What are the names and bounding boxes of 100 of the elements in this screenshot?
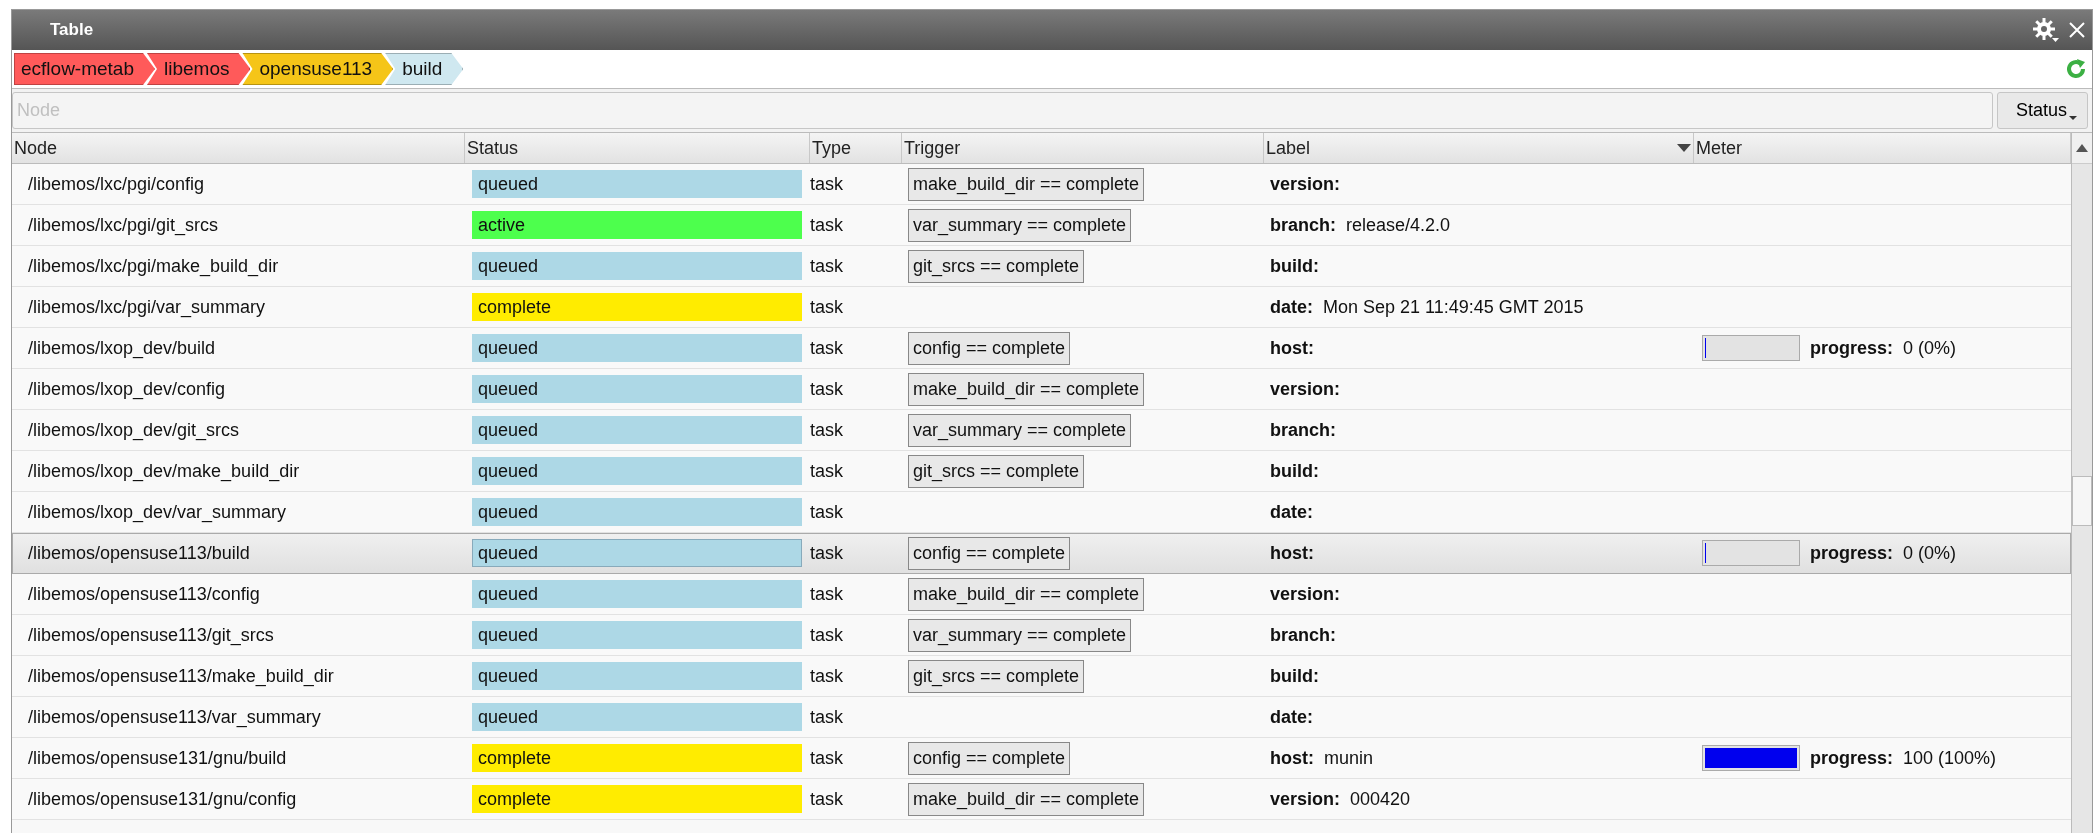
label-name: host: [1270,747,1314,769]
scroll-up-icon[interactable] [2076,144,2088,152]
status-cell: queued [472,621,802,649]
trigger-expression: git_srcs == complete [908,454,1085,488]
window-title: Table [50,20,94,40]
node-cell-text: /libemos/opensuse113/git_srcs [27,624,275,646]
sort-caret-icon [1677,144,1691,152]
label-name: branch: [1270,419,1336,441]
type-cell-text: task [810,665,844,687]
node-cell-text: /libemos/lxop_dev/build [27,337,217,359]
type-cell-text: task [810,624,844,646]
label-name: host: [1270,337,1314,359]
trigger-expression: git_srcs == complete [908,659,1085,693]
status-cell: queued [472,416,802,444]
node-cell-text: /libemos/lxc/pgi/make_build_dir [27,255,280,277]
trigger-expression: make_build_dir == complete [908,782,1145,816]
table-row[interactable]: /libemos/opensuse113/build queued task config == complete host: progress: 0 (0%) [12,533,2071,574]
breadcrumb-item[interactable]: opensuse113 [242,53,394,85]
type-cell-text: task [810,788,844,810]
node-cell-text: /libemos/lxop_dev/var_summary [27,501,288,523]
label-name: branch: [1270,624,1336,646]
label-name: version: [1270,378,1341,400]
type-cell-text: task [810,747,844,769]
meter-value: 0 (0%) [1903,542,1957,564]
scroll-thumb[interactable] [2072,476,2092,526]
column-header[interactable]: Trigger [902,133,1264,163]
type-cell-text: task [810,706,844,728]
status-cell: complete [472,293,802,321]
meter-name: progress: [1810,747,1894,769]
node-cell-text: /libemos/lxc/pgi/var_summary [27,296,267,318]
breadcrumb-item[interactable]: build [385,53,464,85]
type-cell-text: task [810,419,844,441]
status-filter-button[interactable]: Status [1996,92,2088,129]
status-cell: complete [472,785,802,813]
column-header[interactable]: Type [810,133,902,163]
refresh-icon[interactable] [2064,57,2088,81]
trigger-expression: make_build_dir == complete [908,372,1145,406]
trigger-expression: config == complete [908,536,1071,570]
close-icon[interactable] [2068,21,2086,39]
node-cell-text: /libemos/lxc/pgi/config [27,173,206,195]
label-value: Mon Sep 21 11:49:45 GMT 2015 [1323,296,1584,318]
status-cell: queued [472,252,802,280]
status-cell: queued [472,457,802,485]
meter-name: progress: [1810,542,1894,564]
trigger-expression: config == complete [908,331,1071,365]
trigger-expression: git_srcs == complete [908,249,1085,283]
label-value: 000420 [1350,788,1411,810]
caret-icon [2069,116,2077,120]
status-cell: queued [472,703,802,731]
type-cell-text: task [810,296,844,318]
label-name: build: [1270,460,1319,482]
node-cell-text: /libemos/lxop_dev/make_build_dir [27,460,301,482]
trigger-expression: var_summary == complete [908,618,1132,652]
label-name: version: [1270,583,1341,605]
status-cell: queued [472,662,802,690]
label-name: host: [1270,542,1314,564]
status-cell: queued [472,539,802,567]
type-cell-text: task [810,214,844,236]
trigger-expression: var_summary == complete [908,208,1132,242]
node-cell-text: /libemos/lxop_dev/git_srcs [27,419,241,441]
type-cell-text: task [810,378,844,400]
type-cell-text: task [810,337,844,359]
meter-name: progress: [1810,337,1894,359]
trigger-expression: var_summary == complete [908,413,1132,447]
label-name: branch: [1270,214,1336,236]
label-value: release/4.2.0 [1346,214,1451,236]
node-cell-text: /libemos/opensuse131/gnu/config [27,788,298,810]
label-name: date: [1270,501,1313,523]
status-cell: queued [472,375,802,403]
meter-value: 100 (100%) [1903,747,1997,769]
type-cell-text: task [810,501,844,523]
label-value: munin [1324,747,1374,769]
label-name: version: [1270,788,1341,810]
column-header[interactable]: Node [12,133,465,163]
node-cell-text: /libemos/opensuse113/build [27,542,251,564]
trigger-expression: make_build_dir == complete [908,577,1145,611]
settings-icon[interactable] [2032,17,2060,43]
status-cell: complete [472,744,802,772]
column-header[interactable]: Status [465,133,810,163]
type-cell-text: task [810,173,844,195]
column-header[interactable]: Label [1264,133,1694,163]
node-cell-text: /libemos/lxop_dev/config [27,378,227,400]
node-cell-text: /libemos/opensuse131/gnu/build [27,747,288,769]
status-cell: queued [472,170,802,198]
type-cell-text: task [810,542,844,564]
label-name: version: [1270,173,1341,195]
trigger-expression: config == complete [908,741,1071,775]
scrollbar[interactable] [2071,133,2092,833]
node-cell-text: /libemos/lxc/pgi/git_srcs [27,214,220,236]
breadcrumb-item[interactable]: ecflow-metab [14,53,155,85]
label-name: date: [1270,706,1313,728]
status-cell: queued [472,334,802,362]
status-cell: active [472,211,802,239]
node-cell-text: /libemos/opensuse113/config [27,583,261,605]
trigger-expression: make_build_dir == complete [908,167,1145,201]
meter-value: 0 (0%) [1903,337,1957,359]
node-cell-text: /libemos/opensuse113/make_build_dir [27,665,335,687]
type-cell-text: task [810,255,844,277]
type-cell-text: task [810,583,844,605]
breadcrumb-item[interactable]: libemos [147,53,251,85]
